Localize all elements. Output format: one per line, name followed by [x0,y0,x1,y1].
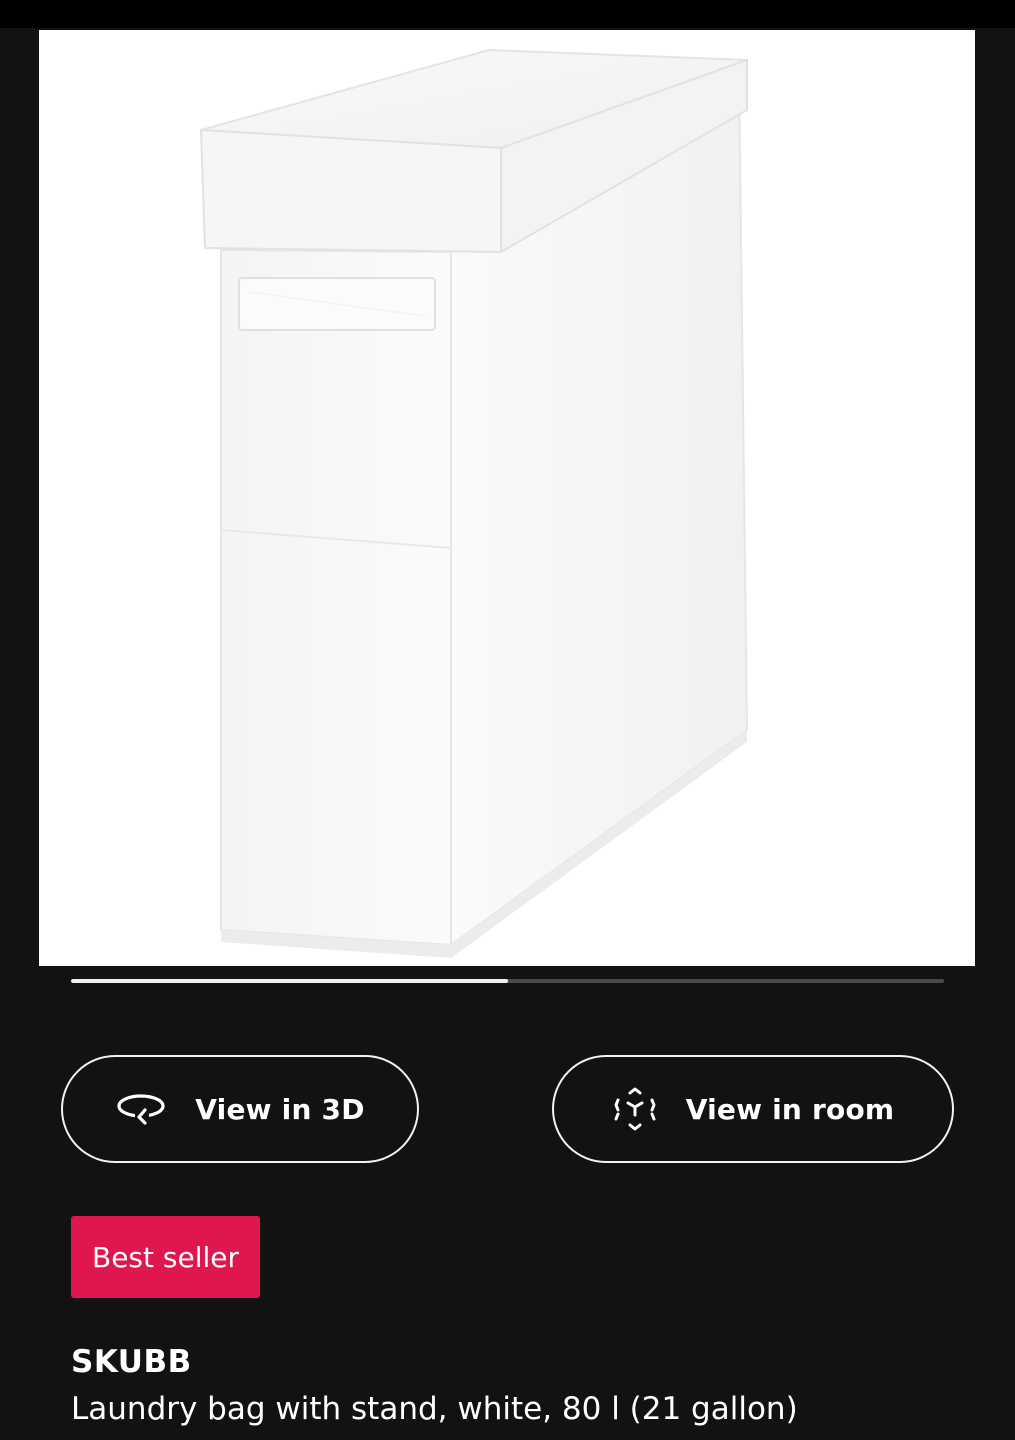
ar-cube-icon [612,1086,658,1132]
rotate-3d-icon [115,1092,167,1126]
laundry-bag-image [199,48,749,958]
best-seller-label: Best seller [92,1240,240,1274]
status-bar [0,0,1015,28]
view-in-room-button[interactable]: View in room [552,1055,954,1163]
carousel-progress[interactable] [71,979,944,983]
view-in-3d-label: View in 3D [195,1092,365,1126]
view-in-room-label: View in room [685,1092,895,1126]
view-in-3d-button[interactable]: View in 3D [61,1055,419,1163]
best-seller-badge: Best seller [71,1216,261,1298]
product-image[interactable] [39,30,975,966]
carousel-progress-fill [71,979,508,983]
product-name: SKUBB [71,1344,192,1380]
product-description: Laundry bag with stand, white, 80 l (21 … [71,1391,798,1427]
